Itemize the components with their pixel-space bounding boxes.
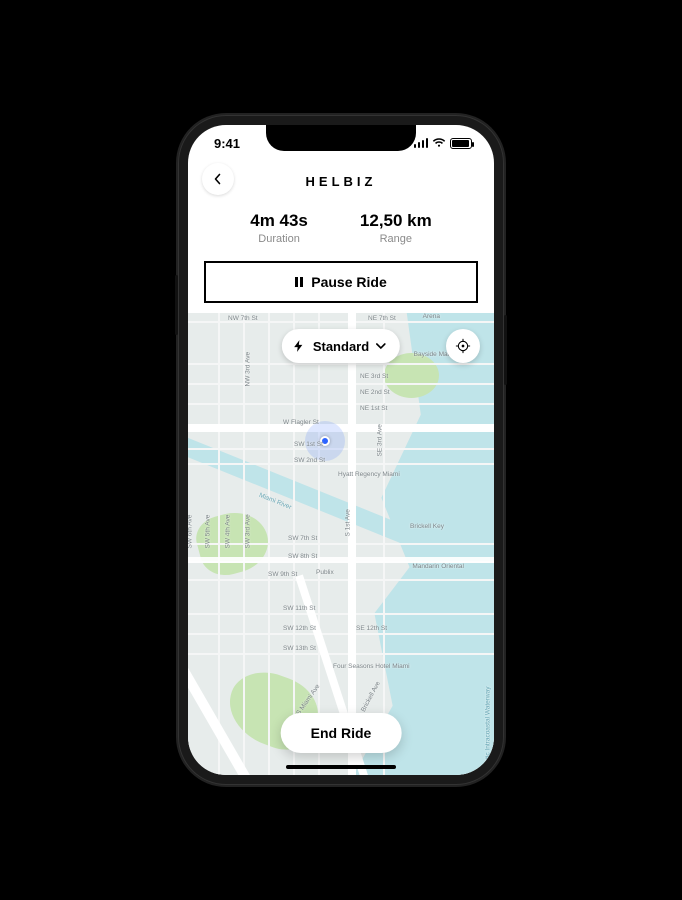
map-label: Brickell Key [410, 523, 444, 530]
map-label: SW 7th St [288, 535, 317, 542]
wifi-icon [432, 138, 446, 148]
map-label: SW 3rd Ave [245, 514, 252, 548]
map-label: SW 8th St [288, 553, 317, 560]
map-label: W Flagler St [283, 419, 319, 426]
map-label: NE 2nd St [360, 389, 390, 396]
map-label: NE 1st St [360, 405, 387, 412]
map-label: Brickell Ave [360, 680, 382, 713]
pause-icon [295, 277, 303, 287]
phone-frame: 9:41 HELBIZ 4m 43s Duration 12,50 km [178, 115, 504, 785]
map-label: SE 12th St [356, 625, 387, 632]
map-label: SW 13th St [283, 645, 316, 652]
stat-range: 12,50 km Range [360, 211, 432, 245]
map-label: S 1st Ave [345, 509, 352, 536]
status-right [414, 138, 473, 149]
map-label: NE 7th St [368, 315, 396, 322]
stat-duration-value: 4m 43s [250, 211, 308, 231]
crosshair-icon [455, 338, 471, 354]
end-ride-label: End Ride [311, 725, 372, 741]
home-indicator[interactable] [286, 765, 396, 769]
map-label: SW 12th St [283, 625, 316, 632]
pause-ride-button[interactable]: Pause Ride [204, 261, 478, 303]
chevron-down-icon [376, 339, 386, 354]
cellular-icon [414, 138, 429, 148]
stat-range-label: Range [360, 233, 432, 245]
map-label: Hyatt Regency Miami [338, 471, 400, 478]
screen: 9:41 HELBIZ 4m 43s Duration 12,50 km [188, 125, 494, 775]
ride-mode-selector[interactable]: Standard [282, 329, 400, 363]
map-label: SE 3rd Ave [377, 424, 384, 456]
back-button[interactable] [202, 163, 234, 195]
map-label: SW 4th Ave [225, 515, 232, 549]
map-label: SW 11th St [283, 605, 315, 612]
map-label: SW 9th St [268, 571, 297, 578]
battery-icon [450, 138, 472, 149]
map-label: Mandarin Oriental [412, 563, 464, 570]
map-label: SW 5th Ave [205, 515, 212, 549]
map-label: NE 3rd St [360, 373, 388, 380]
ride-mode-label: Standard [313, 339, 369, 354]
status-time: 9:41 [214, 136, 240, 151]
brand-logo: HELBIZ [306, 174, 377, 189]
stat-range-value: 12,50 km [360, 211, 432, 231]
map-label: SW 2nd St [294, 457, 325, 464]
ride-stats: 4m 43s Duration 12,50 km Range [188, 201, 494, 257]
map-label: SW 6th Ave [188, 515, 194, 549]
notch [266, 125, 416, 151]
map-label: Arena [423, 313, 440, 320]
stat-duration-label: Duration [250, 233, 308, 245]
header: HELBIZ [188, 161, 494, 201]
map-label: SW 1st St [294, 441, 323, 448]
recenter-button[interactable] [446, 329, 480, 363]
chevron-left-icon [212, 173, 224, 185]
map-label: Atlantic Intracoastal Waterway [485, 687, 492, 774]
map-label: Four Seasons Hotel Miami [333, 663, 410, 670]
pause-ride-label: Pause Ride [311, 274, 386, 290]
stat-duration: 4m 43s Duration [250, 211, 308, 245]
map-label: Publix [316, 569, 334, 576]
map-view[interactable]: NW 7th St NE 7th St Arena Bayside Market… [188, 313, 494, 775]
end-ride-button[interactable]: End Ride [281, 713, 402, 753]
bolt-icon [292, 339, 306, 353]
map-label: NW 3rd Ave [245, 352, 252, 387]
map-label: NW 7th St [228, 315, 258, 322]
